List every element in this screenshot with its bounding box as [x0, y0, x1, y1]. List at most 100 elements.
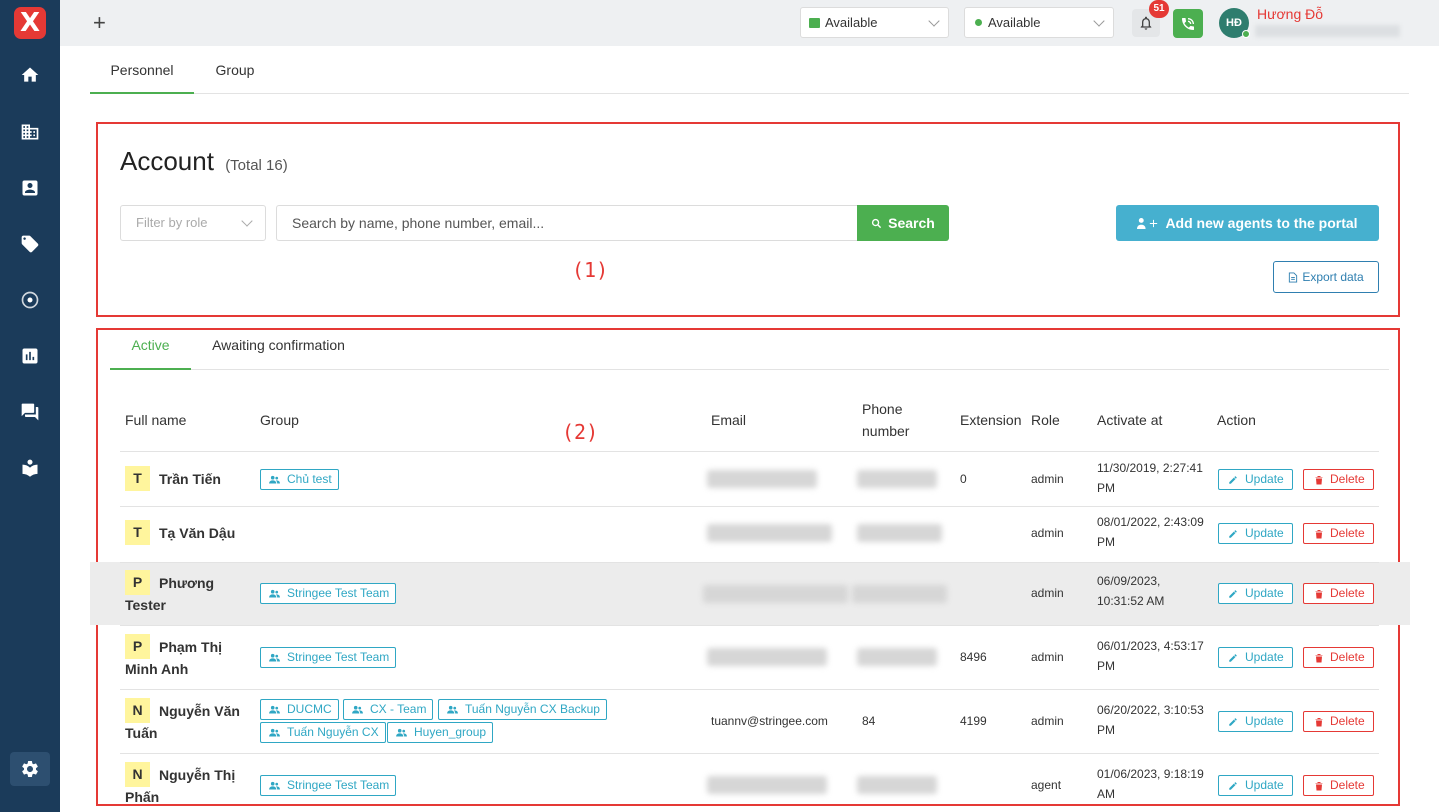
activate-at-line1: 08/01/2022, 2:43:09 [1097, 515, 1204, 529]
email-redacted [703, 585, 848, 603]
add-agents-label: Add new agents to the portal [1165, 215, 1358, 231]
bell-icon [1140, 16, 1152, 30]
group-tag[interactable]: Huyen_group [387, 722, 494, 743]
pencil-icon [1229, 782, 1237, 790]
tab-active[interactable]: Active [110, 329, 191, 370]
user-name[interactable]: Hương Đỗ [1257, 6, 1323, 22]
tag-icon[interactable] [18, 232, 42, 256]
initial-avatar: T [125, 520, 150, 545]
home-icon[interactable] [18, 63, 42, 87]
update-button-label: Update [1245, 526, 1284, 540]
call-status-select[interactable]: Available [964, 7, 1114, 38]
pencil-icon [1229, 654, 1237, 662]
full-name-line1: Phương [159, 575, 215, 591]
table-row-divider [120, 689, 1379, 690]
export-data-label: Export data [1302, 270, 1364, 284]
delete-button[interactable]: Delete [1303, 647, 1374, 668]
delete-button-label: Delete [1330, 586, 1365, 600]
app-logo[interactable]: X [14, 7, 46, 39]
trash-icon [1315, 476, 1323, 485]
pencil-icon [1229, 718, 1237, 726]
initial-avatar: P [125, 570, 150, 595]
phone-icon [1182, 17, 1194, 30]
export-data-button[interactable]: Export data [1273, 261, 1379, 293]
annotation-label-1: (1) [572, 258, 609, 282]
user-subtitle-redacted [1255, 25, 1400, 37]
table-row-divider [120, 625, 1379, 626]
call-status-value: Available [988, 15, 1041, 30]
page-title-text: Account [120, 146, 214, 176]
group-tag-label: Stringee Test Team [287, 650, 390, 664]
add-agents-button[interactable]: Add new agents to the portal [1116, 205, 1379, 241]
activate-at-line1: 11/30/2019, 2:27:41 [1097, 461, 1203, 475]
group-tag-label: Chủ test [287, 472, 332, 486]
tab-awaiting-confirmation[interactable]: Awaiting confirmation [201, 329, 356, 370]
group-icon [396, 728, 407, 737]
delete-button[interactable]: Delete [1303, 523, 1374, 544]
email-redacted [707, 470, 817, 488]
phone-redacted [857, 776, 937, 794]
contact-card-icon[interactable] [18, 176, 42, 200]
delete-button[interactable]: Delete [1303, 775, 1374, 796]
activate-at-line1: 06/01/2023, 4:53:17 [1097, 639, 1204, 653]
chat-icon[interactable] [18, 400, 42, 424]
extension-value: 8496 [960, 650, 987, 664]
group-tag[interactable]: Tuấn Nguyễn CX [260, 722, 386, 743]
group-tag[interactable]: CX - Team [343, 699, 434, 720]
online-status-dot [1242, 30, 1250, 38]
update-button[interactable]: Update [1218, 775, 1293, 796]
group-tag-label: DUCMC [287, 702, 332, 716]
group-tag[interactable]: Stringee Test Team [260, 775, 397, 796]
column-header-action: Action [1217, 412, 1256, 428]
search-icon [872, 218, 882, 228]
tab-personnel[interactable]: Personnel [90, 54, 194, 94]
group-icon [269, 589, 280, 598]
call-button[interactable] [1173, 9, 1203, 38]
group-tag[interactable]: Stringee Test Team [260, 647, 397, 668]
role-value: admin [1031, 650, 1064, 664]
update-button[interactable]: Update [1218, 583, 1293, 604]
full-name-line1: Trần Tiến [159, 471, 221, 487]
filter-role-select[interactable]: Filter by role [120, 205, 266, 241]
delete-button[interactable]: Delete [1303, 469, 1374, 490]
group-tag[interactable]: DUCMC [260, 699, 339, 720]
activate-at-value: 06/09/2023, 10:31:52 AM [1097, 571, 1164, 611]
total-count: (Total 16) [225, 157, 288, 174]
group-icon [352, 705, 363, 714]
book-icon[interactable] [18, 456, 42, 480]
activate-at-line1: 06/09/2023, [1097, 574, 1161, 588]
phone-redacted [857, 470, 937, 488]
document-icon [1289, 271, 1298, 283]
search-button[interactable]: Search [857, 205, 949, 241]
column-header-role: Role [1031, 412, 1060, 428]
building-icon[interactable] [18, 120, 42, 144]
update-button[interactable]: Update [1218, 647, 1293, 668]
add-user-icon [1137, 217, 1158, 229]
group-tag[interactable]: Tuấn Nguyễn CX Backup [438, 699, 607, 720]
update-button[interactable]: Update [1218, 711, 1293, 732]
role-value: admin [1031, 586, 1064, 600]
status-tabs: Active Awaiting confirmation [110, 329, 1389, 370]
settings-icon[interactable] [18, 757, 42, 781]
update-button[interactable]: Update [1218, 469, 1293, 490]
update-button[interactable]: Update [1218, 523, 1293, 544]
chart-icon[interactable] [18, 344, 42, 368]
search-input[interactable] [276, 205, 857, 241]
group-tag[interactable]: Stringee Test Team [260, 583, 397, 604]
activate-at-value: 01/06/2023, 9:18:19 AM [1097, 764, 1204, 804]
chevron-down-icon [241, 215, 253, 227]
delete-button-label: Delete [1330, 714, 1365, 728]
chat-status-select[interactable]: Available [800, 7, 949, 38]
tab-group[interactable]: Group [194, 54, 276, 94]
target-icon[interactable] [18, 288, 42, 312]
full-name-line1: Phạm Thị [159, 639, 223, 655]
column-header-phone: Phone number [862, 398, 909, 442]
top-tabs: Personnel Group [90, 54, 1409, 94]
delete-button[interactable]: Delete [1303, 711, 1374, 732]
delete-button-label: Delete [1330, 526, 1365, 540]
delete-button[interactable]: Delete [1303, 583, 1374, 604]
group-tag-label: Tuấn Nguyễn CX Backup [465, 702, 600, 716]
add-tab-icon[interactable]: + [93, 10, 106, 36]
group-tag[interactable]: Chủ test [260, 469, 339, 490]
filter-role-placeholder: Filter by role [136, 215, 208, 230]
